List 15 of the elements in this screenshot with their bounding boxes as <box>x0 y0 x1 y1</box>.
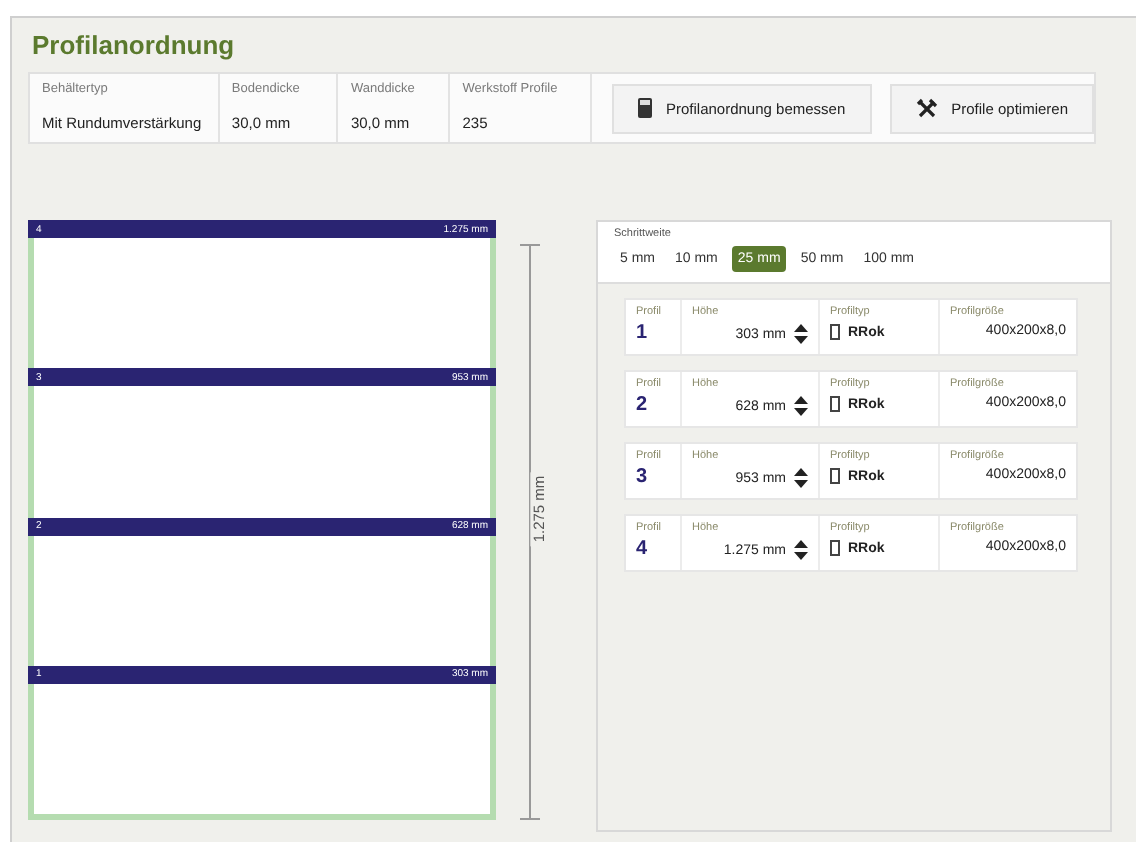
spinner-icon[interactable] <box>794 468 808 488</box>
profile-number: 2 <box>636 394 650 416</box>
spinner-icon[interactable] <box>794 396 808 416</box>
profile-number: 3 <box>636 466 650 488</box>
page-title: Profilanordnung <box>32 30 237 60</box>
rectangle-icon <box>830 468 840 484</box>
calculator-icon <box>637 98 652 118</box>
profile-number: 4 <box>636 538 650 560</box>
tools-icon <box>915 97 938 119</box>
rectangle-icon <box>830 396 840 412</box>
rectangle-icon <box>830 540 840 556</box>
rectangle-icon <box>830 324 840 340</box>
profile-number: 1 <box>636 322 650 344</box>
spinner-icon[interactable] <box>794 324 808 344</box>
spinner-icon[interactable] <box>794 540 808 560</box>
